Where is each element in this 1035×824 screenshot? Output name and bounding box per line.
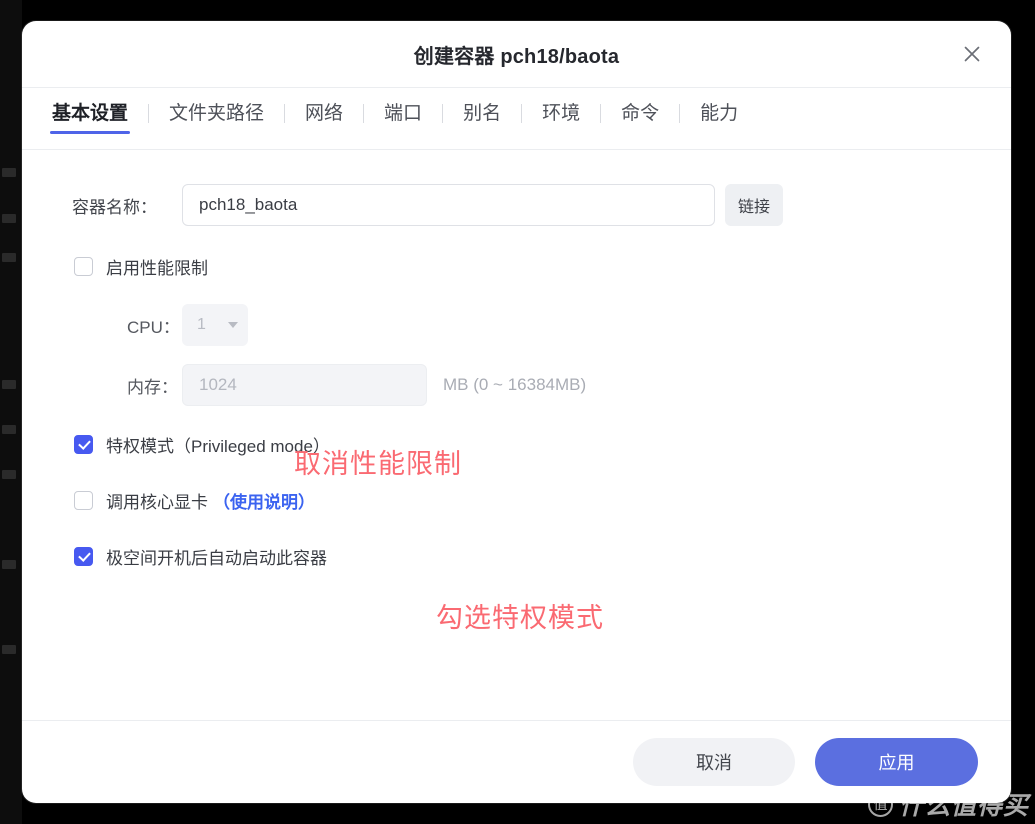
chevron-down-icon [228, 322, 238, 328]
container-name-input[interactable] [182, 184, 715, 226]
tab-separator [442, 103, 444, 123]
background-page-strip [0, 0, 22, 824]
autostart-checkbox[interactable] [74, 546, 93, 566]
integrated-gpu-checkbox[interactable] [74, 490, 93, 510]
enable-perf-limit-label: 启用性能限制 [106, 258, 208, 278]
memory-input[interactable] [182, 364, 427, 406]
dialog-body: 容器名称： 链接 启用性能限制 CPU： 1 内存： M [22, 150, 1011, 720]
tab-separator [521, 103, 523, 123]
cpu-label: CPU： [127, 317, 180, 337]
tab-separator [284, 103, 286, 123]
memory-hint: MB (0 ~ 16384MB) [443, 375, 587, 394]
tab-bar: 基本设置 文件夹路径 网络 端口 别名 环境 命令 能力 [22, 88, 1011, 150]
annotation-cancel-perf-limit: 取消性能限制 [294, 449, 462, 479]
memory-row: 内存： MB (0 ~ 16384MB) [22, 364, 1011, 406]
autostart-row[interactable]: 极空间开机后自动启动此容器 [22, 540, 1011, 572]
tab-capability[interactable]: 能力 [698, 104, 740, 134]
cpu-select[interactable]: 1 [182, 304, 248, 346]
tab-command[interactable]: 命令 [619, 104, 661, 134]
dialog-header: 创建容器 pch18/baota [22, 21, 1011, 88]
annotation-check-privileged: 勾选特权模式 [436, 603, 604, 633]
tab-separator [363, 103, 365, 123]
autostart-label: 极空间开机后自动启动此容器 [106, 548, 327, 568]
memory-label: 内存： [127, 377, 178, 397]
tab-basic-settings[interactable]: 基本设置 [50, 104, 131, 134]
close-icon[interactable] [955, 37, 989, 71]
link-button[interactable]: 链接 [725, 184, 783, 226]
tab-alias[interactable]: 别名 [461, 104, 503, 134]
enable-perf-limit-row[interactable]: 启用性能限制 [22, 250, 1011, 282]
integrated-gpu-label: 调用核心显卡 [106, 492, 208, 512]
apply-button[interactable]: 应用 [815, 738, 978, 786]
privileged-mode-checkbox[interactable] [74, 434, 93, 454]
screen: 创建容器 pch18/baota 基本设置 文件夹路径 网络 端口 别名 环境 … [0, 0, 1035, 824]
cancel-button[interactable]: 取消 [633, 738, 795, 786]
container-name-row: 容器名称： 链接 [22, 184, 1011, 226]
dialog-footer: 取消 应用 [22, 720, 1011, 803]
tab-network[interactable]: 网络 [303, 104, 345, 134]
enable-perf-limit-checkbox[interactable] [74, 256, 93, 276]
tab-port[interactable]: 端口 [382, 104, 424, 134]
tab-separator [148, 103, 150, 123]
cpu-row: CPU： 1 [22, 304, 1011, 346]
dialog-title: 创建容器 pch18/baota [413, 45, 620, 68]
tab-environment[interactable]: 环境 [540, 104, 582, 134]
tab-folder-path[interactable]: 文件夹路径 [167, 104, 266, 134]
gpu-usage-guide-link[interactable]: （使用说明） [213, 488, 315, 513]
privileged-mode-row[interactable]: 特权模式（Privileged mode） [22, 428, 1011, 460]
container-name-label: 容器名称： [72, 197, 157, 217]
integrated-gpu-row[interactable]: 调用核心显卡 （使用说明） [22, 484, 1011, 516]
tab-separator [600, 103, 602, 123]
tab-separator [679, 103, 681, 123]
create-container-dialog: 创建容器 pch18/baota 基本设置 文件夹路径 网络 端口 别名 环境 … [22, 21, 1011, 803]
cpu-selected-value: 1 [197, 316, 206, 333]
